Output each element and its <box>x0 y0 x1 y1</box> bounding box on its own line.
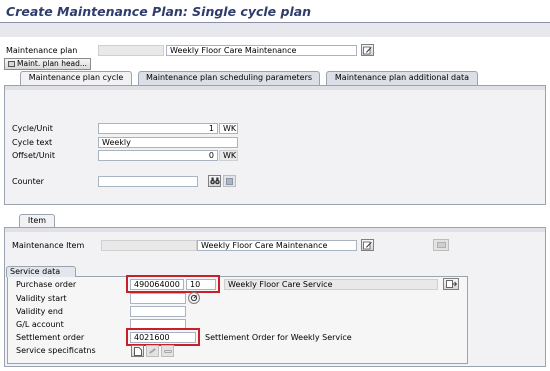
offset-unit-label: Offset/Unit <box>12 151 56 160</box>
counter-field[interactable] <box>98 176 198 187</box>
service-spec-change-button[interactable] <box>146 345 159 357</box>
validity-end-field[interactable] <box>130 306 186 317</box>
tab-additional-data[interactable]: Maintenance plan additional data <box>326 71 478 85</box>
settlement-order-label: Settlement order <box>16 333 85 342</box>
validity-start-field[interactable] <box>130 293 186 304</box>
search-help-icon <box>190 294 198 302</box>
plan-tabs: Maintenance plan cycle Maintenance plan … <box>4 71 546 85</box>
counter-label: Counter <box>12 177 44 186</box>
edit-icon <box>363 241 372 249</box>
service-specifications-label: Service specificatns <box>16 346 96 355</box>
item-panel-header <box>5 228 545 232</box>
cycle-unit-label: Cycle/Unit <box>12 124 53 133</box>
item-disabled-button[interactable] <box>433 239 449 251</box>
cycle-value-field[interactable]: 1 <box>98 123 218 134</box>
maintenance-plan-number-field <box>98 45 164 56</box>
maintenance-plan-label: Maintenance plan <box>6 46 78 55</box>
pencil-icon <box>149 348 156 354</box>
cycle-panel <box>4 85 546 205</box>
maintenance-plan-text-field[interactable]: Weekly Floor Care Maintenance <box>166 45 357 56</box>
purchase-order-label: Purchase order <box>16 280 77 289</box>
cycle-text-field[interactable]: Weekly <box>98 137 238 148</box>
maintenance-item-label: Maintenance Item <box>12 241 85 250</box>
cycle-panel-header <box>5 86 545 90</box>
cycle-text-label: Cycle text <box>12 138 53 147</box>
header-icon <box>8 61 15 67</box>
binoculars-icon <box>209 177 220 185</box>
counter-search-button[interactable] <box>208 175 221 187</box>
tab-item[interactable]: Item <box>19 214 55 228</box>
validity-end-label: Validity end <box>16 307 63 316</box>
document-icon <box>133 346 142 356</box>
service-spec-display-button[interactable] <box>161 345 174 357</box>
counter-detail-button[interactable] <box>223 175 236 187</box>
purchase-order-display-button[interactable] <box>443 278 459 290</box>
purchase-order-item-field[interactable]: 10 <box>186 279 216 290</box>
detail-icon <box>226 177 233 185</box>
purchase-order-text-field: Weekly Floor Care Service <box>224 279 438 290</box>
cycle-unit-field[interactable]: WK <box>219 123 238 134</box>
edit-long-text-button[interactable] <box>361 44 374 56</box>
tab-maintenance-plan-cycle[interactable]: Maintenance plan cycle <box>20 71 132 85</box>
maint-plan-header-button[interactable]: Maint. plan head... <box>4 58 92 70</box>
offset-value-field[interactable]: 0 <box>98 150 218 161</box>
edit-icon <box>363 46 372 54</box>
page-title: Create Maintenance Plan: Single cycle pl… <box>6 4 312 19</box>
item-edit-long-text-button[interactable] <box>361 239 374 251</box>
blank-icon <box>436 242 446 248</box>
search-help-button[interactable] <box>188 292 200 304</box>
settlement-order-text: Settlement Order for Weekly Service <box>205 333 352 342</box>
purchase-order-field[interactable]: 490064000 <box>130 279 184 290</box>
validity-start-label: Validity start <box>16 294 67 303</box>
settlement-order-field[interactable]: 4021600 <box>130 332 196 343</box>
tab-scheduling-parameters[interactable]: Maintenance plan scheduling parameters <box>138 71 320 85</box>
maintenance-item-number-field <box>101 240 197 251</box>
gl-account-label: G/L account <box>16 320 64 329</box>
glasses-icon <box>163 349 172 353</box>
toolbar-area <box>0 23 550 37</box>
service-spec-create-button[interactable] <box>131 345 144 357</box>
document-display-icon <box>445 280 457 288</box>
offset-unit-field: WK <box>219 150 238 161</box>
maintenance-item-text-field[interactable]: Weekly Floor Care Maintenance <box>197 240 357 251</box>
service-data-title: Service data <box>6 266 76 277</box>
